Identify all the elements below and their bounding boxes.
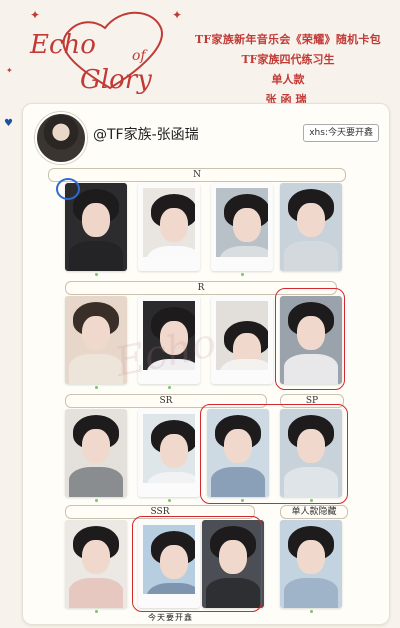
card-photo[interactable]	[280, 520, 342, 608]
avatar[interactable]	[35, 112, 87, 164]
indicator-dot	[95, 610, 98, 613]
header: TF家族新年音乐会《荣耀》随机卡包 TF家族四代练习生 单人款 张函瑞	[180, 30, 396, 110]
tier-label-n: N	[48, 168, 346, 182]
indicator-dot	[310, 610, 313, 613]
indicator-dot	[95, 499, 98, 502]
highlight-annotation	[200, 404, 348, 504]
star-icon: ✦	[30, 8, 41, 22]
indicator-dot	[241, 273, 244, 276]
page: Echo Glory of ✦ ✦ ✦ ♥ TF家族新年音乐会《荣耀》随机卡包 …	[0, 0, 400, 628]
card-photo[interactable]	[65, 520, 127, 608]
card-photo[interactable]	[211, 296, 273, 384]
card-photo[interactable]	[280, 183, 342, 271]
indicator-dot	[168, 386, 171, 389]
tier-label-hidden: 单人款隐藏	[280, 505, 348, 519]
circle-annotation	[56, 178, 80, 200]
indicator-dot	[168, 499, 171, 502]
star-icon: ✦	[6, 66, 13, 75]
indicator-dot	[310, 499, 313, 502]
card-photo[interactable]	[138, 183, 200, 271]
profile-handle[interactable]: @TF家族-张函瑞	[93, 124, 199, 144]
svg-text:Glory: Glory	[80, 65, 152, 95]
header-subtitle: TF家族四代练习生	[241, 53, 335, 66]
footer-text: 今天要开鑫	[148, 613, 193, 622]
header-type: 单人款	[271, 73, 305, 86]
card-photo[interactable]	[65, 409, 127, 497]
indicator-dot	[95, 273, 98, 276]
indicator-dot	[95, 386, 98, 389]
card-photo[interactable]	[211, 183, 273, 271]
heart-icon: ♥	[4, 118, 13, 129]
star-icon: ✦	[172, 8, 183, 22]
highlight-annotation	[132, 516, 262, 612]
card-photo[interactable]	[138, 409, 200, 497]
header-title: TF家族新年音乐会《荣耀》随机卡包	[194, 33, 382, 46]
indicator-dot	[241, 499, 244, 502]
xhs-badge: xhs:今天要开鑫	[303, 124, 379, 142]
highlight-annotation	[275, 288, 345, 390]
svg-text:Echo: Echo	[29, 30, 96, 60]
